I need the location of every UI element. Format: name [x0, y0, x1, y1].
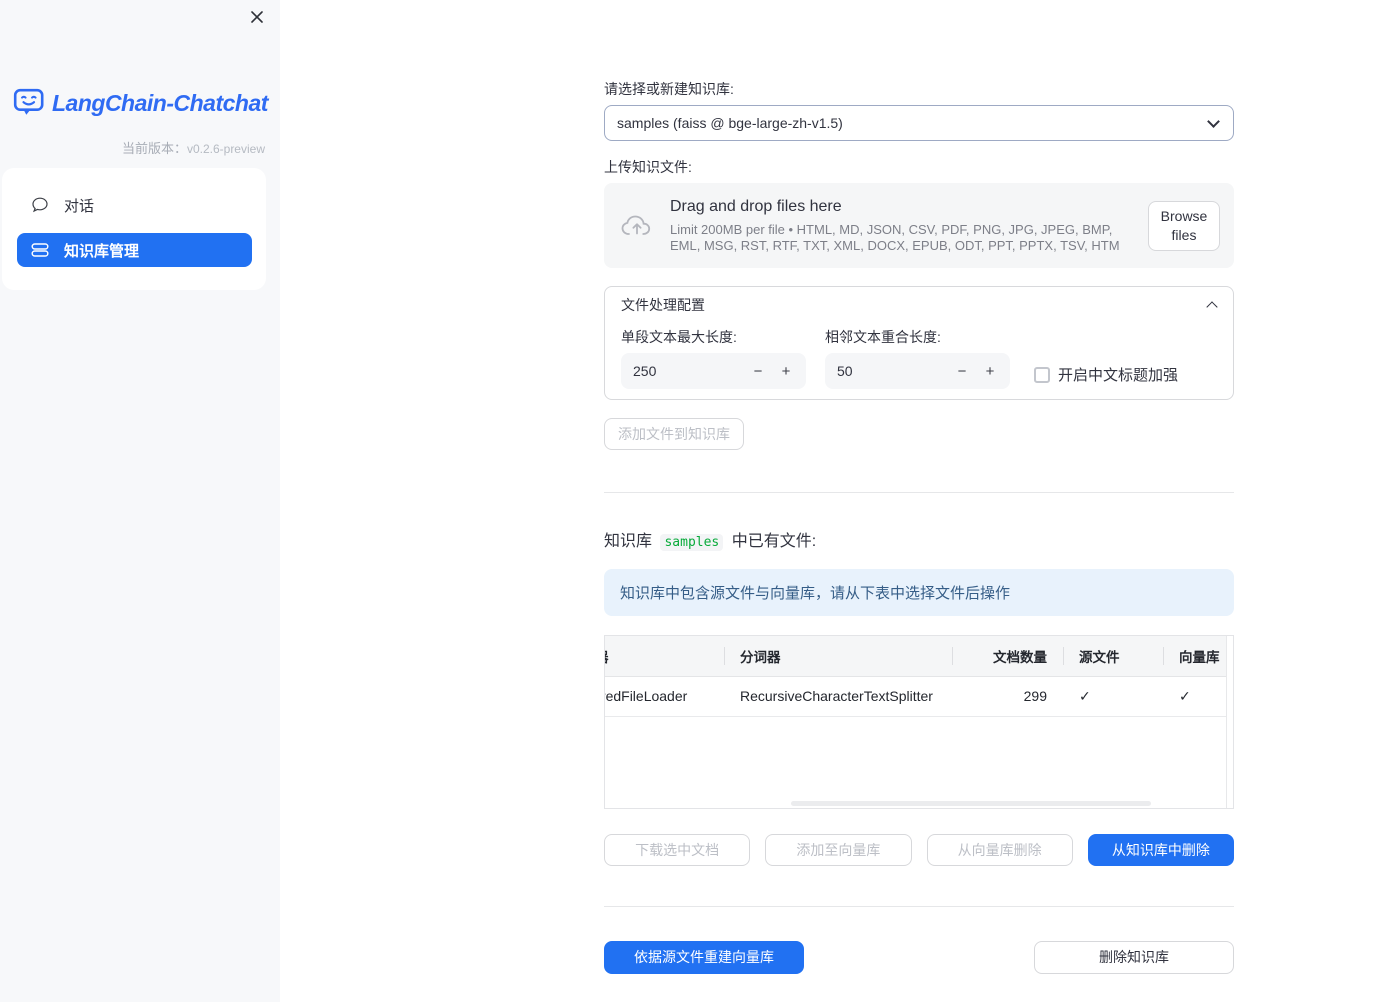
- kb-select-value: samples (faiss @ bge-large-zh-v1.5): [617, 115, 843, 131]
- file-config-expander-header[interactable]: 文件处理配置: [605, 287, 1233, 323]
- zh-title-enhance-checkbox[interactable]: [1034, 366, 1050, 383]
- dropzone-title: Drag and drop files here: [670, 197, 842, 215]
- kb-select-label: 请选择或新建知识库:: [604, 81, 734, 97]
- decrement-button[interactable]: −: [744, 363, 772, 380]
- sidebar-menu: 对话 知识库管理: [2, 168, 266, 290]
- overlap-size-value: 50: [837, 363, 853, 379]
- overlap-size-field: 相邻文本重合长度: 50 − +: [825, 329, 1010, 389]
- file-config-body: 单段文本最大长度: 250 − + 相邻文本重合长度: 50 − + 开启中文标…: [605, 323, 1233, 389]
- cell-source-file-check: ✓: [1063, 676, 1163, 717]
- delete-kb-button[interactable]: 删除知识库: [1034, 941, 1234, 974]
- chevron-down-icon: [1207, 115, 1220, 128]
- table-viewport: 文档加载器 分词器 文档数量 源文件 向量库 UnstructuredFileL…: [605, 636, 1226, 808]
- version-label: 当前版本：: [121, 141, 187, 156]
- chunk-size-label: 单段文本最大长度:: [621, 329, 737, 345]
- app-logo: LangChain-Chatchat: [13, 87, 268, 119]
- info-banner-text: 知识库中包含源文件与向量库，请从下表中选择文件后操作: [620, 585, 1011, 602]
- decrement-button[interactable]: −: [948, 363, 976, 380]
- cell-doc-count: 299: [952, 676, 1063, 717]
- file-config-title: 文件处理配置: [621, 297, 705, 313]
- file-dropzone[interactable]: Drag and drop files here Limit 200MB per…: [604, 183, 1234, 268]
- sidebar-item-label: 对话: [64, 197, 95, 215]
- horizontal-scrollbar-thumb[interactable]: [791, 801, 1151, 806]
- chunk-size-field: 单段文本最大长度: 250 − +: [621, 329, 806, 389]
- zh-title-enhance-field: 开启中文标题加强: [1034, 360, 1178, 389]
- sidebar-item-knowledge-base[interactable]: 知识库管理: [17, 233, 252, 267]
- download-selected-button[interactable]: 下载选中文档: [604, 834, 751, 866]
- kb-name-code: samples: [660, 534, 724, 551]
- sidebar-item-label: 知识库管理: [64, 242, 140, 260]
- close-sidebar-button[interactable]: [248, 8, 266, 26]
- chevron-up-icon: [1206, 301, 1218, 313]
- table-row[interactable]: UnstructuredFileLoader RecursiveCharacte…: [605, 676, 1226, 717]
- cell-vector-store-check: ✓: [1163, 676, 1226, 717]
- file-action-buttons: 下载选中文档 添加至向量库 从向量库删除 从知识库中删除: [604, 834, 1234, 866]
- column-header-splitter[interactable]: 分词器: [724, 636, 952, 677]
- table-header-row: 文档加载器 分词器 文档数量 源文件 向量库: [605, 636, 1226, 677]
- zh-title-enhance-label: 开启中文标题加强: [1058, 367, 1179, 384]
- sidebar-item-dialogue[interactable]: 对话: [17, 188, 252, 222]
- add-to-vector-store-button[interactable]: 添加至向量库: [765, 834, 912, 866]
- column-header-source-file[interactable]: 源文件: [1063, 636, 1163, 677]
- dropzone-limit: Limit 200MB per file • HTML, MD, JSON, C…: [670, 221, 1120, 253]
- close-icon: [251, 11, 263, 23]
- knowledge-base-icon: [31, 243, 49, 257]
- chat-logo-icon: [13, 88, 44, 115]
- version-value: v0.2.6-preview: [186, 142, 265, 156]
- chunk-size-input[interactable]: 250 − +: [621, 353, 806, 389]
- column-header-loader[interactable]: 文档加载器: [605, 636, 724, 677]
- chat-bubble-icon: [32, 197, 48, 213]
- cell-loader: UnstructuredFileLoader: [605, 676, 724, 717]
- upload-cloud-icon: [621, 215, 651, 235]
- kb-files-suffix: 中已有文件:: [731, 533, 817, 550]
- browse-files-button[interactable]: Browse files: [1148, 200, 1220, 251]
- chunk-size-value: 250: [633, 363, 657, 379]
- column-header-vector-store[interactable]: 向量库: [1163, 636, 1226, 677]
- kb-action-buttons: 依据源文件重建向量库 删除知识库: [604, 941, 1234, 974]
- main-content: 请选择或新建知识库: samples (faiss @ bge-large-zh…: [604, 0, 1234, 974]
- divider: [604, 906, 1234, 907]
- rebuild-vector-store-button[interactable]: 依据源文件重建向量库: [604, 941, 804, 974]
- overlap-size-input[interactable]: 50 − +: [825, 353, 1010, 389]
- sidebar: LangChain-Chatchat 当前版本：v0.2.6-preview 对…: [0, 0, 280, 1002]
- column-header-doc-count[interactable]: 文档数量: [952, 636, 1063, 677]
- divider: [604, 492, 1234, 493]
- upload-label: 上传知识文件:: [604, 159, 692, 175]
- info-banner: 知识库中包含源文件与向量库，请从下表中选择文件后操作: [604, 569, 1234, 616]
- kb-files-prefix: 知识库: [604, 533, 653, 550]
- kb-select[interactable]: samples (faiss @ bge-large-zh-v1.5): [604, 105, 1234, 141]
- delete-from-kb-button[interactable]: 从知识库中删除: [1087, 834, 1234, 866]
- dropzone-text: Drag and drop files here Limit 200MB per…: [670, 198, 1144, 254]
- app-title: LangChain-Chatchat: [52, 89, 268, 116]
- increment-button[interactable]: +: [976, 363, 1004, 380]
- kb-files-table: 文档加载器 分词器 文档数量 源文件 向量库 UnstructuredFileL…: [604, 635, 1234, 809]
- kb-files-heading: 知识库 samples 中已有文件:: [604, 527, 1234, 551]
- vertical-scrollbar[interactable]: [1226, 636, 1233, 808]
- delete-from-vector-store-button[interactable]: 从向量库删除: [926, 834, 1073, 866]
- add-files-to-kb-button[interactable]: 添加文件到知识库: [604, 418, 744, 450]
- file-config-expander: 文件处理配置 单段文本最大长度: 250 − + 相邻文本重合长度: 50 − …: [604, 286, 1234, 400]
- overlap-size-label: 相邻文本重合长度:: [825, 329, 941, 345]
- version-info: 当前版本：v0.2.6-preview: [122, 138, 265, 157]
- increment-button[interactable]: +: [772, 363, 800, 380]
- cell-splitter: RecursiveCharacterTextSplitter: [724, 676, 952, 717]
